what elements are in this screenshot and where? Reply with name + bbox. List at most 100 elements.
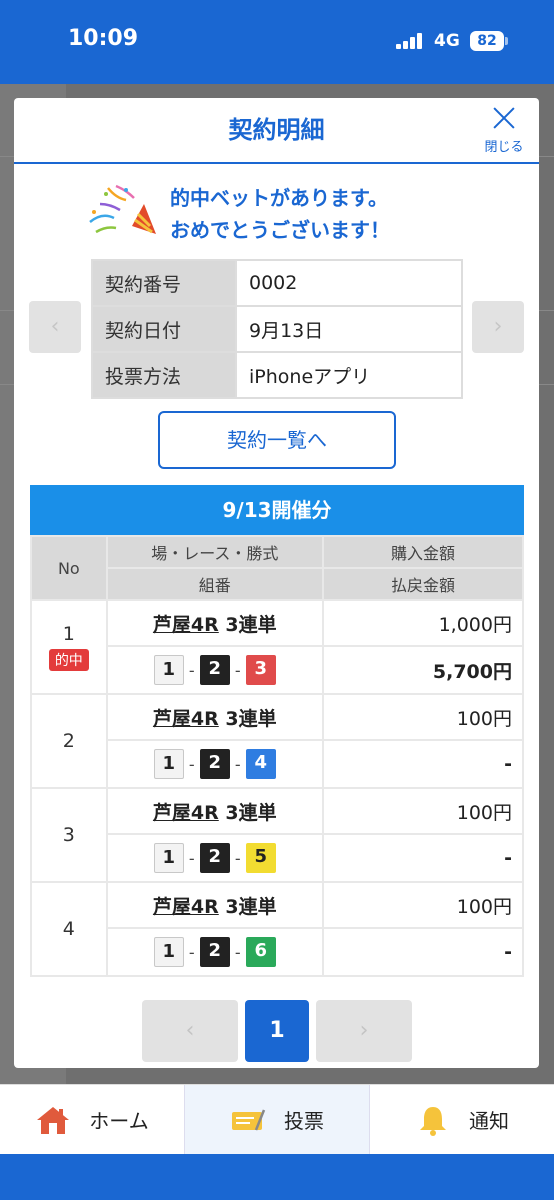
battery-icon: 82: [470, 31, 504, 51]
combo-dash: -: [188, 660, 195, 680]
payout-amount: -: [321, 833, 525, 883]
bet-row: 3 芦屋4R 3連単 100円: [30, 787, 525, 883]
combo-dash: -: [234, 754, 241, 774]
purchase-amount: 100円: [321, 693, 525, 741]
combo-boat-3: 3: [245, 655, 276, 685]
close-label: 閉じる: [484, 140, 524, 155]
contract-list-button[interactable]: 契約一覧へ: [158, 411, 396, 469]
bet-no-cell: 1 的中: [30, 599, 108, 695]
info-key: 投票方法: [91, 351, 237, 399]
prev-contract-button[interactable]: ‹: [29, 301, 81, 353]
bet-row: 1 的中 芦屋4R 3連単 1,000円: [30, 599, 525, 695]
combo: 1 - 2 - 4: [108, 749, 322, 779]
payout-amount: -: [321, 927, 525, 977]
combo-boat-3: 4: [245, 749, 276, 779]
bet-row: 2 芦屋4R 3連単 100円: [30, 693, 525, 789]
bet-type: 3連単: [225, 707, 277, 730]
combo: 1 - 2 - 5: [108, 843, 322, 873]
page-current-button[interactable]: 1: [245, 1000, 309, 1062]
combo-cell: 1 - 2 - 6: [105, 927, 324, 977]
day-header: 9/13開催分: [30, 485, 524, 535]
page-prev-button[interactable]: ‹: [142, 1000, 238, 1062]
tab-label: 投票: [284, 1109, 324, 1133]
purchase-amount: 100円: [321, 881, 525, 929]
congrats-line-1: 的中ベットがあります。: [170, 186, 388, 210]
race-cell: 芦屋4R 3連単: [105, 693, 324, 741]
modal-header: 契約明細 閉じる: [14, 98, 539, 164]
combo-boat-3: 6: [245, 937, 276, 967]
header-payout: 払戻金額: [321, 567, 525, 601]
payout-amount: 5,700円: [321, 645, 525, 695]
home-icon: [37, 1106, 70, 1134]
bet-type: 3連単: [225, 613, 277, 636]
info-row: 契約日付 9月13日: [91, 305, 463, 353]
header-purchase: 購入金額: [321, 535, 525, 569]
signal-icon: [396, 33, 426, 49]
race-cell: 芦屋4R 3連単: [105, 599, 324, 647]
page-next-button[interactable]: ›: [316, 1000, 412, 1062]
combo-boat-1: 1: [153, 749, 184, 779]
race-cell: 芦屋4R 3連単: [105, 881, 324, 929]
combo-boat-1: 1: [153, 843, 184, 873]
home-indicator-area: [0, 1154, 554, 1200]
bet-no: 1: [62, 623, 75, 645]
combo-boat-2: 2: [199, 655, 230, 685]
purchase-amount: 1,000円: [321, 599, 525, 647]
combo-cell: 1 - 2 - 4: [105, 739, 324, 789]
congrats-line-2: おめでとうございます！: [170, 218, 390, 242]
tab-home[interactable]: ホーム: [0, 1085, 184, 1154]
next-contract-button[interactable]: ›: [472, 301, 524, 353]
info-row: 投票方法 iPhoneアプリ: [91, 351, 463, 399]
combo-boat-1: 1: [153, 655, 184, 685]
race-venue-link[interactable]: 芦屋4R: [153, 614, 219, 636]
combo-dash: -: [188, 942, 195, 962]
combo: 1 - 2 - 3: [108, 655, 322, 685]
combo-cell: 1 - 2 - 3: [105, 645, 324, 695]
race-venue-link[interactable]: 芦屋4R: [153, 708, 219, 730]
header-combo: 組番: [105, 567, 324, 601]
bet-type: 3連単: [225, 801, 277, 824]
bet-no: 3: [30, 787, 108, 883]
bell-icon: [420, 1106, 446, 1136]
ticket-icon: [232, 1109, 266, 1130]
close-button[interactable]: 閉じる: [479, 104, 529, 156]
info-row: 契約番号 0002: [91, 259, 463, 307]
combo-dash: -: [234, 660, 241, 680]
header-race: 場・レース・勝式: [105, 535, 324, 569]
payout-amount: -: [321, 739, 525, 789]
congrats-message: 的中ベットがあります。 おめでとうございます！: [86, 176, 486, 246]
combo-dash: -: [234, 942, 241, 962]
party-popper-icon: [89, 184, 156, 234]
combo-boat-1: 1: [153, 937, 184, 967]
race-cell: 芦屋4R 3連単: [105, 787, 324, 835]
info-key: 契約日付: [91, 305, 237, 353]
info-value: iPhoneアプリ: [235, 351, 463, 399]
network-label: 4G: [434, 31, 460, 51]
combo-boat-2: 2: [199, 937, 230, 967]
combo-boat-2: 2: [199, 843, 230, 873]
tab-vote[interactable]: 投票: [184, 1085, 370, 1154]
battery-tip: [505, 37, 508, 45]
bet-no: 2: [30, 693, 108, 789]
tab-label: ホーム: [89, 1109, 149, 1133]
table-header-row: No 場・レース・勝式 購入金額: [30, 535, 525, 601]
combo-boat-2: 2: [199, 749, 230, 779]
info-value: 0002: [235, 259, 463, 307]
combo-dash: -: [234, 848, 241, 868]
tab-notifications[interactable]: 通知: [370, 1085, 554, 1154]
tab-label: 通知: [469, 1109, 509, 1133]
header-no: No: [30, 535, 108, 601]
bets-table: No 場・レース・勝式 購入金額 組番 払戻金額 1 的中 芦屋4R 3連単 1…: [30, 535, 525, 977]
purchase-amount: 100円: [321, 787, 525, 835]
close-icon: [492, 106, 516, 130]
contract-info-table: 契約番号 0002 契約日付 9月13日 投票方法 iPhoneアプリ: [91, 259, 463, 399]
race-venue-link[interactable]: 芦屋4R: [153, 802, 219, 824]
status-bar: 10:09 4G 82: [0, 0, 554, 84]
combo-boat-3: 5: [245, 843, 276, 873]
hit-badge: 的中: [48, 649, 89, 671]
bet-row: 4 芦屋4R 3連単 100円: [30, 881, 525, 977]
race-venue-link[interactable]: 芦屋4R: [153, 896, 219, 918]
status-time: 10:09: [68, 26, 139, 51]
bet-type: 3連単: [225, 895, 277, 918]
combo: 1 - 2 - 6: [108, 937, 322, 967]
